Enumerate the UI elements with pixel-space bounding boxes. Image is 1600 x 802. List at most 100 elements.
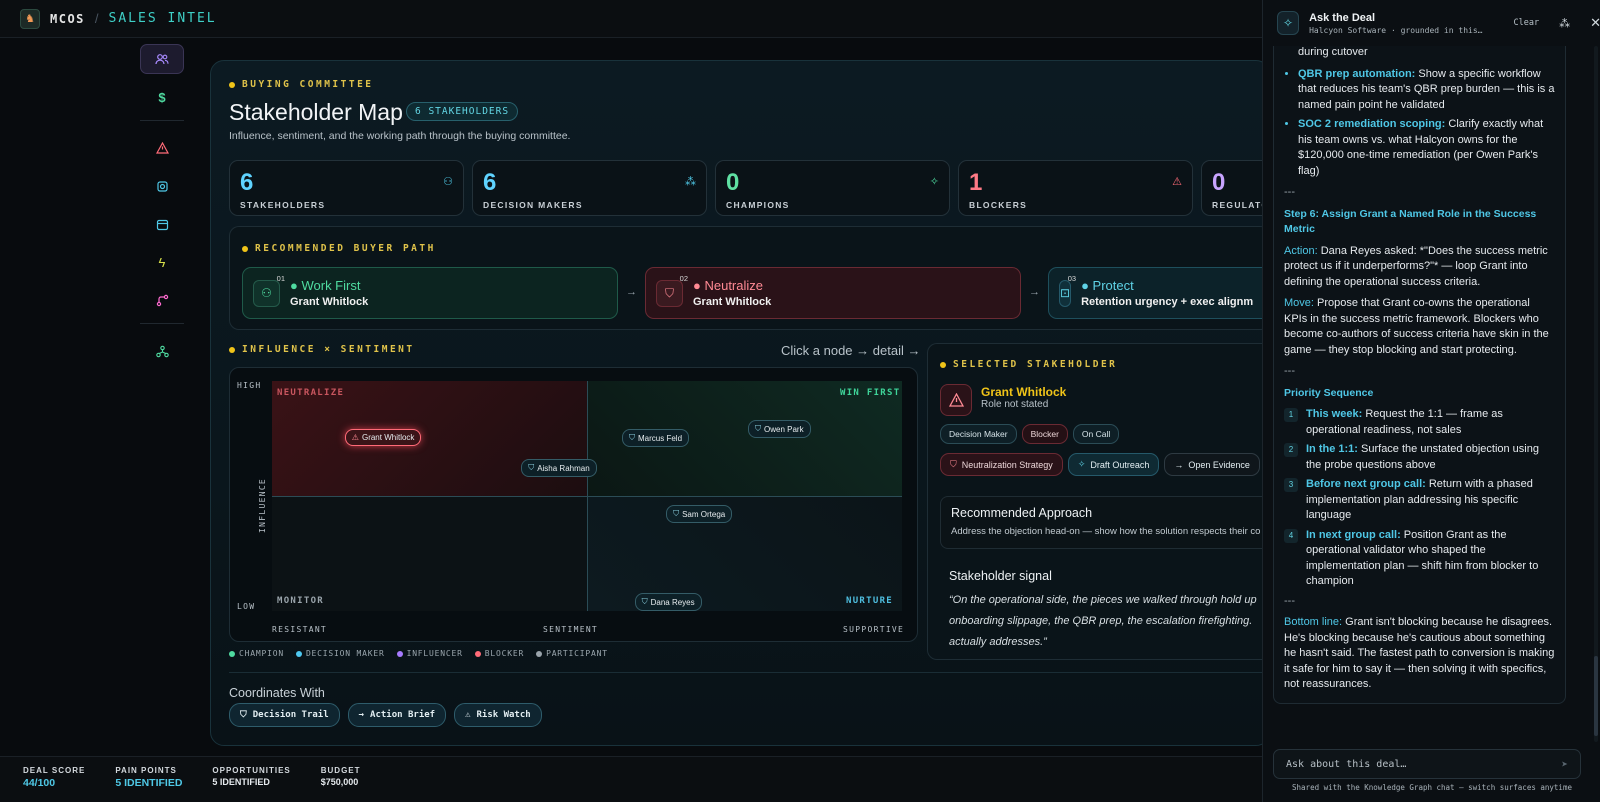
stakeholder-node[interactable]: ⛉ Owen Park	[748, 420, 811, 439]
chat-messages[interactable]: during cutover QBR prep automation: Show…	[1263, 38, 1600, 744]
chat-scrollbar[interactable]	[1594, 46, 1598, 742]
quadrant-label-monitor: MONITOR	[277, 596, 325, 606]
alert-icon[interactable]	[140, 133, 184, 163]
selected-tags: Decision Maker Blocker On Call	[940, 424, 1120, 444]
tag-decision-maker: Decision Maker	[940, 424, 1017, 444]
step-number: 02	[679, 273, 688, 283]
paragraph-text: Dana Reyes asked: *"Does the success met…	[1284, 244, 1548, 288]
network-icon[interactable]: ⁂	[1559, 17, 1570, 30]
stat-card-blockers[interactable]: 1 BLOCKERS ⚠	[958, 160, 1193, 216]
scrollbar-thumb[interactable]	[1594, 656, 1598, 736]
sequence-number: 4	[1284, 528, 1298, 543]
app-logo-icon[interactable]: ♞	[20, 8, 40, 29]
branch-icon[interactable]	[140, 285, 184, 315]
decision-trail-button[interactable]: ⛉ Decision Trail	[229, 703, 340, 727]
bottom-line-paragraph: Bottom line: Grant isn't blocking becaus…	[1284, 615, 1555, 693]
stakeholder-node[interactable]: ⛉ Marcus Feld	[622, 429, 690, 448]
path-step-work-first[interactable]: ⚇ 01 ● Work First Grant Whitlock	[242, 267, 618, 319]
gear-icon[interactable]	[140, 171, 184, 201]
lock-icon: ⊡ 03	[1059, 274, 1076, 307]
list-item: during cutover	[1298, 45, 1555, 61]
clear-button[interactable]: Clear	[1514, 18, 1540, 28]
sequence-item: 4 In next group call: Position Grant as t…	[1284, 528, 1555, 590]
horizontal-divider	[272, 496, 902, 497]
eyebrow-label: SELECTED STAKEHOLDER	[953, 359, 1118, 370]
chat-input-placeholder: Ask about this deal…	[1286, 758, 1407, 770]
step-title: Protect	[1092, 278, 1134, 293]
neutralization-strategy-button[interactable]: ⛉ Neutralization Strategy	[940, 453, 1063, 476]
rule-text: ---	[1284, 365, 1295, 377]
draft-outreach-button[interactable]: ✧ Draft Outreach	[1067, 453, 1160, 476]
network-icon: ⁂	[685, 176, 696, 188]
stakeholders-icon: ⚇ 01	[253, 274, 285, 307]
stakeholder-node[interactable]: ⛉ Aisha Rahman	[521, 459, 597, 478]
selected-name: Grant Whitlock	[981, 385, 1067, 399]
stakeholder-node[interactable]: ⛉ Dana Reyes	[634, 593, 702, 611]
footer-label: PAIN POINTS	[115, 766, 177, 775]
sparkle-icon: ✧	[1077, 459, 1086, 469]
shield-icon: ⛉ 02	[656, 274, 688, 307]
button-label: Action Brief	[370, 710, 436, 720]
chat-input[interactable]: Ask about this deal… ➤	[1273, 749, 1581, 779]
y-axis-high: HIGH	[237, 381, 262, 390]
stakeholder-node[interactable]: ⚠ Grant Whitlock	[344, 429, 422, 447]
opportunities: OPPORTUNITIES 5 IDENTIFIED	[212, 766, 290, 802]
bolt-icon[interactable]: ϟ	[140, 247, 184, 277]
action-brief-button[interactable]: → Action Brief	[347, 703, 447, 727]
sequence-lead: This week:	[1306, 408, 1363, 420]
risk-watch-button[interactable]: ⚠ Risk Watch	[454, 703, 542, 727]
footer-value: $750,000	[320, 777, 359, 787]
x-axis-resistant: RESISTANT	[272, 625, 328, 634]
sequence-item: 3 Before next group call: Return with a p…	[1284, 477, 1555, 524]
open-evidence-button[interactable]: → Open Evidence	[1164, 453, 1260, 476]
network-icon[interactable]	[140, 336, 184, 366]
stat-label: CHAMPIONS	[726, 200, 790, 210]
chat-subtitle: Halcyon Software · grounded in this…	[1309, 25, 1483, 35]
step-title: Work First	[301, 278, 361, 293]
approach-title: Recommended Approach	[951, 506, 1093, 520]
bullet-lead: SOC 2 remediation scoping:	[1298, 118, 1446, 130]
selected-role: Role not stated	[981, 399, 1049, 410]
stat-value: 6	[240, 169, 254, 196]
path-step-neutralize[interactable]: ⛉ 02 ● Neutralize Grant Whitlock	[645, 267, 1021, 319]
legend-label: BLOCKER	[484, 649, 525, 658]
legend-label: DECISION MAKER	[305, 649, 385, 658]
stat-label: STAKEHOLDERS	[240, 200, 326, 210]
stat-value: 1	[969, 169, 983, 196]
stat-card-decision-makers[interactable]: 6 DECISION MAKERS ⁂	[472, 160, 707, 216]
stat-card-stakeholders[interactable]: 6 STAKEHOLDERS ⚇	[229, 160, 464, 216]
node-label: Dana Reyes	[650, 597, 695, 607]
selected-eyebrow: SELECTED STAKEHOLDER	[940, 359, 1117, 370]
x-axis-label: SENTIMENT	[543, 625, 599, 634]
calendar-icon[interactable]	[140, 209, 184, 239]
eyebrow-label: BUYING COMMITTEE	[242, 79, 374, 90]
sequence-number: 1	[1284, 408, 1298, 422]
paragraph-lead: Bottom line:	[1284, 616, 1343, 628]
send-icon[interactable]: ➤	[1561, 758, 1568, 771]
dollar-icon[interactable]: $	[140, 82, 184, 112]
stakeholder-node[interactable]: ⛉ Sam Ortega	[666, 505, 733, 524]
paragraph-lead: Move:	[1284, 297, 1314, 309]
button-label: Decision Trail	[252, 710, 329, 720]
recommended-approach-card: Recommended Approach Address the objecti…	[940, 496, 1267, 549]
footer-value: 5 IDENTIFIED	[115, 777, 183, 789]
step-title: Neutralize	[704, 278, 763, 293]
alert-icon	[940, 384, 972, 416]
product-name[interactable]: SALES INTEL	[109, 11, 217, 26]
sequence-lead: In the 1:1:	[1306, 443, 1358, 455]
stat-label: BLOCKERS	[969, 200, 1028, 210]
path-step-protect[interactable]: ⊡ 03 ● Protect Retention urgency + exec a…	[1048, 267, 1262, 319]
shield-icon: ⛉	[629, 433, 635, 443]
legend-decision-maker: DECISION MAKER	[295, 649, 385, 658]
close-icon[interactable]: ✕	[1590, 15, 1600, 31]
step-number: 01	[276, 273, 285, 283]
arrow-right-icon: →	[1174, 459, 1184, 470]
selected-actions: ⛉ Neutralization Strategy ✧ Draft Outreach…	[940, 453, 1260, 476]
node-label: Grant Whitlock	[361, 433, 415, 443]
stakeholders-icon[interactable]	[140, 44, 184, 74]
rail-divider	[140, 120, 184, 121]
stat-card-champions[interactable]: 0 CHAMPIONS ✧	[715, 160, 950, 216]
button-label: Open Evidence	[1188, 459, 1250, 470]
approach-text: Address the objection head-on — show how…	[951, 526, 1261, 537]
page-subtitle: Influence, sentiment, and the working pa…	[229, 130, 571, 142]
